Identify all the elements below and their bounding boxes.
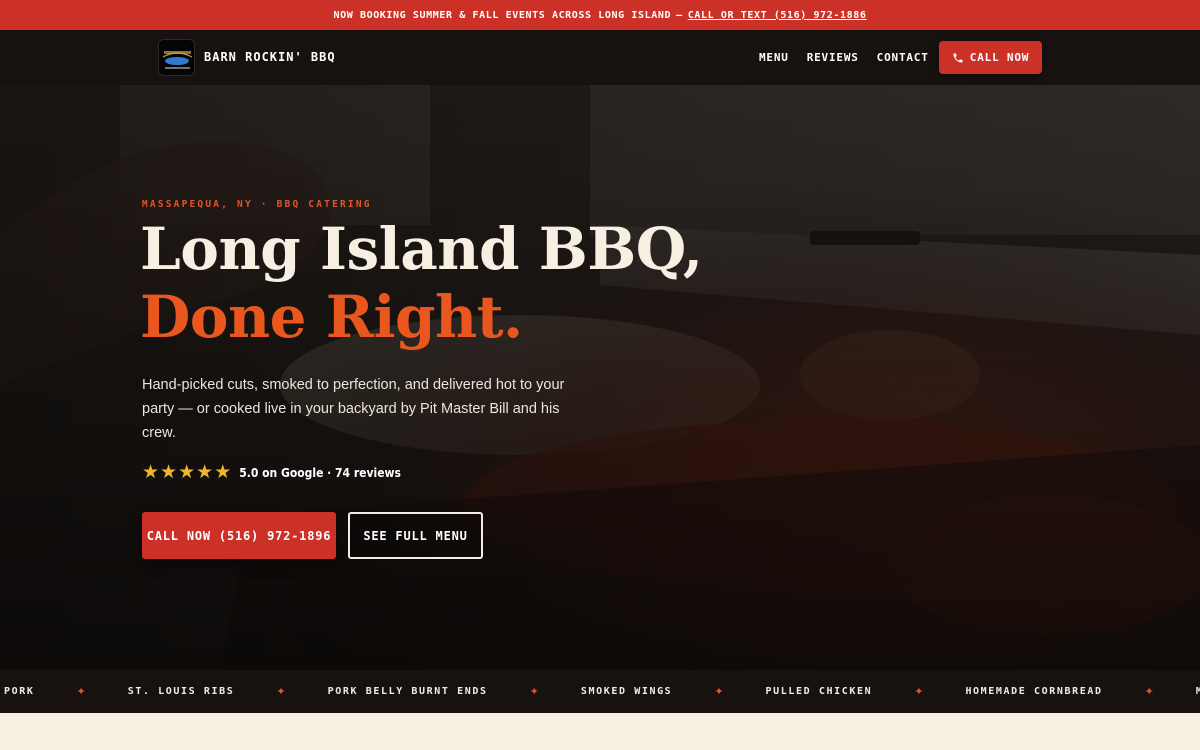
ticker-separator-icon: ✦ [76, 686, 86, 698]
hero-subtext: Hand-picked cuts, smoked to perfection, … [142, 377, 565, 441]
top-nav: BARN ROCKIN' BBQ MENU REVIEWS CONTACT CA… [0, 30, 1200, 85]
ticker-item: PORK BELLY BURNT ENDS [327, 686, 488, 697]
rating-text: 5.0 on Google · 74 reviews [239, 466, 401, 480]
hero-eyebrow: MASSAPEQUA, NY · BBQ CATERING [142, 199, 372, 210]
call-now-button[interactable]: CALL NOW (516) 972-1896 [142, 512, 336, 559]
hero-headline-line1: Long Island BBQ, [140, 215, 703, 283]
rating-stars: ★ ★ ★ ★ ★ [142, 462, 232, 483]
ticker-track: PORK ✦ ST. LOUIS RIBS ✦ PORK BELLY BURNT END… [4, 670, 1200, 713]
hero-section: MASSAPEQUA, NY · BBQ CATERING Long Islan… [0, 85, 1200, 670]
menu-ticker: PORK ✦ ST. LOUIS RIBS ✦ PORK BELLY BURNT END… [0, 670, 1200, 713]
announcement-text: NOW BOOKING SUMMER & FALL EVENTS ACROSS … [333, 9, 672, 21]
announcement-separator: — [676, 9, 683, 21]
nav-link-menu[interactable]: MENU [759, 51, 789, 64]
ticker-separator-icon: ✦ [914, 686, 924, 698]
announcement-bar: NOW BOOKING SUMMER & FALL EVENTS ACROSS … [0, 0, 1200, 30]
google-rating: ★ ★ ★ ★ ★ 5.0 on Google · 74 reviews [142, 462, 401, 483]
star-icon: ★ [196, 462, 214, 483]
brand-name[interactable]: BARN ROCKIN' BBQ [204, 50, 336, 64]
see-full-menu-button[interactable]: SEE FULL MENU [348, 512, 483, 559]
ticker-item: ST. LOUIS RIBS [127, 686, 235, 697]
nav-call-button[interactable]: CALL NOW [939, 41, 1042, 74]
nav-links: MENU REVIEWS CONTACT [759, 51, 929, 64]
star-icon: ★ [160, 462, 178, 483]
ticker-item: PULLED CHICKEN [765, 686, 873, 697]
star-icon: ★ [214, 462, 232, 483]
nav-link-contact[interactable]: CONTACT [877, 51, 929, 64]
star-icon: ★ [178, 462, 196, 483]
ticker-separator-icon: ✦ [1144, 686, 1154, 698]
ticker-item: MAC & [1196, 686, 1200, 697]
nav-link-reviews[interactable]: REVIEWS [807, 51, 859, 64]
ticker-separator-icon: ✦ [714, 686, 724, 698]
ticker-separator-icon: ✦ [529, 686, 539, 698]
announcement-phone-link[interactable]: CALL OR TEXT (516) 972-1886 [688, 10, 867, 21]
nav-call-label: CALL NOW [969, 51, 1030, 64]
ticker-item: HOMEMADE CORNBREAD [965, 686, 1103, 697]
phone-icon [953, 53, 963, 62]
ticker-separator-icon: ✦ [276, 686, 286, 698]
star-icon: ★ [142, 462, 160, 483]
hero-headline: Long Island BBQ, Done Right. [140, 215, 703, 351]
brand-logo[interactable] [158, 39, 195, 76]
next-section [0, 713, 1200, 750]
hero-headline-line2: Done Right. [140, 283, 523, 351]
ticker-item: SMOKED WINGS [580, 686, 673, 697]
ticker-item: PORK [4, 686, 35, 697]
